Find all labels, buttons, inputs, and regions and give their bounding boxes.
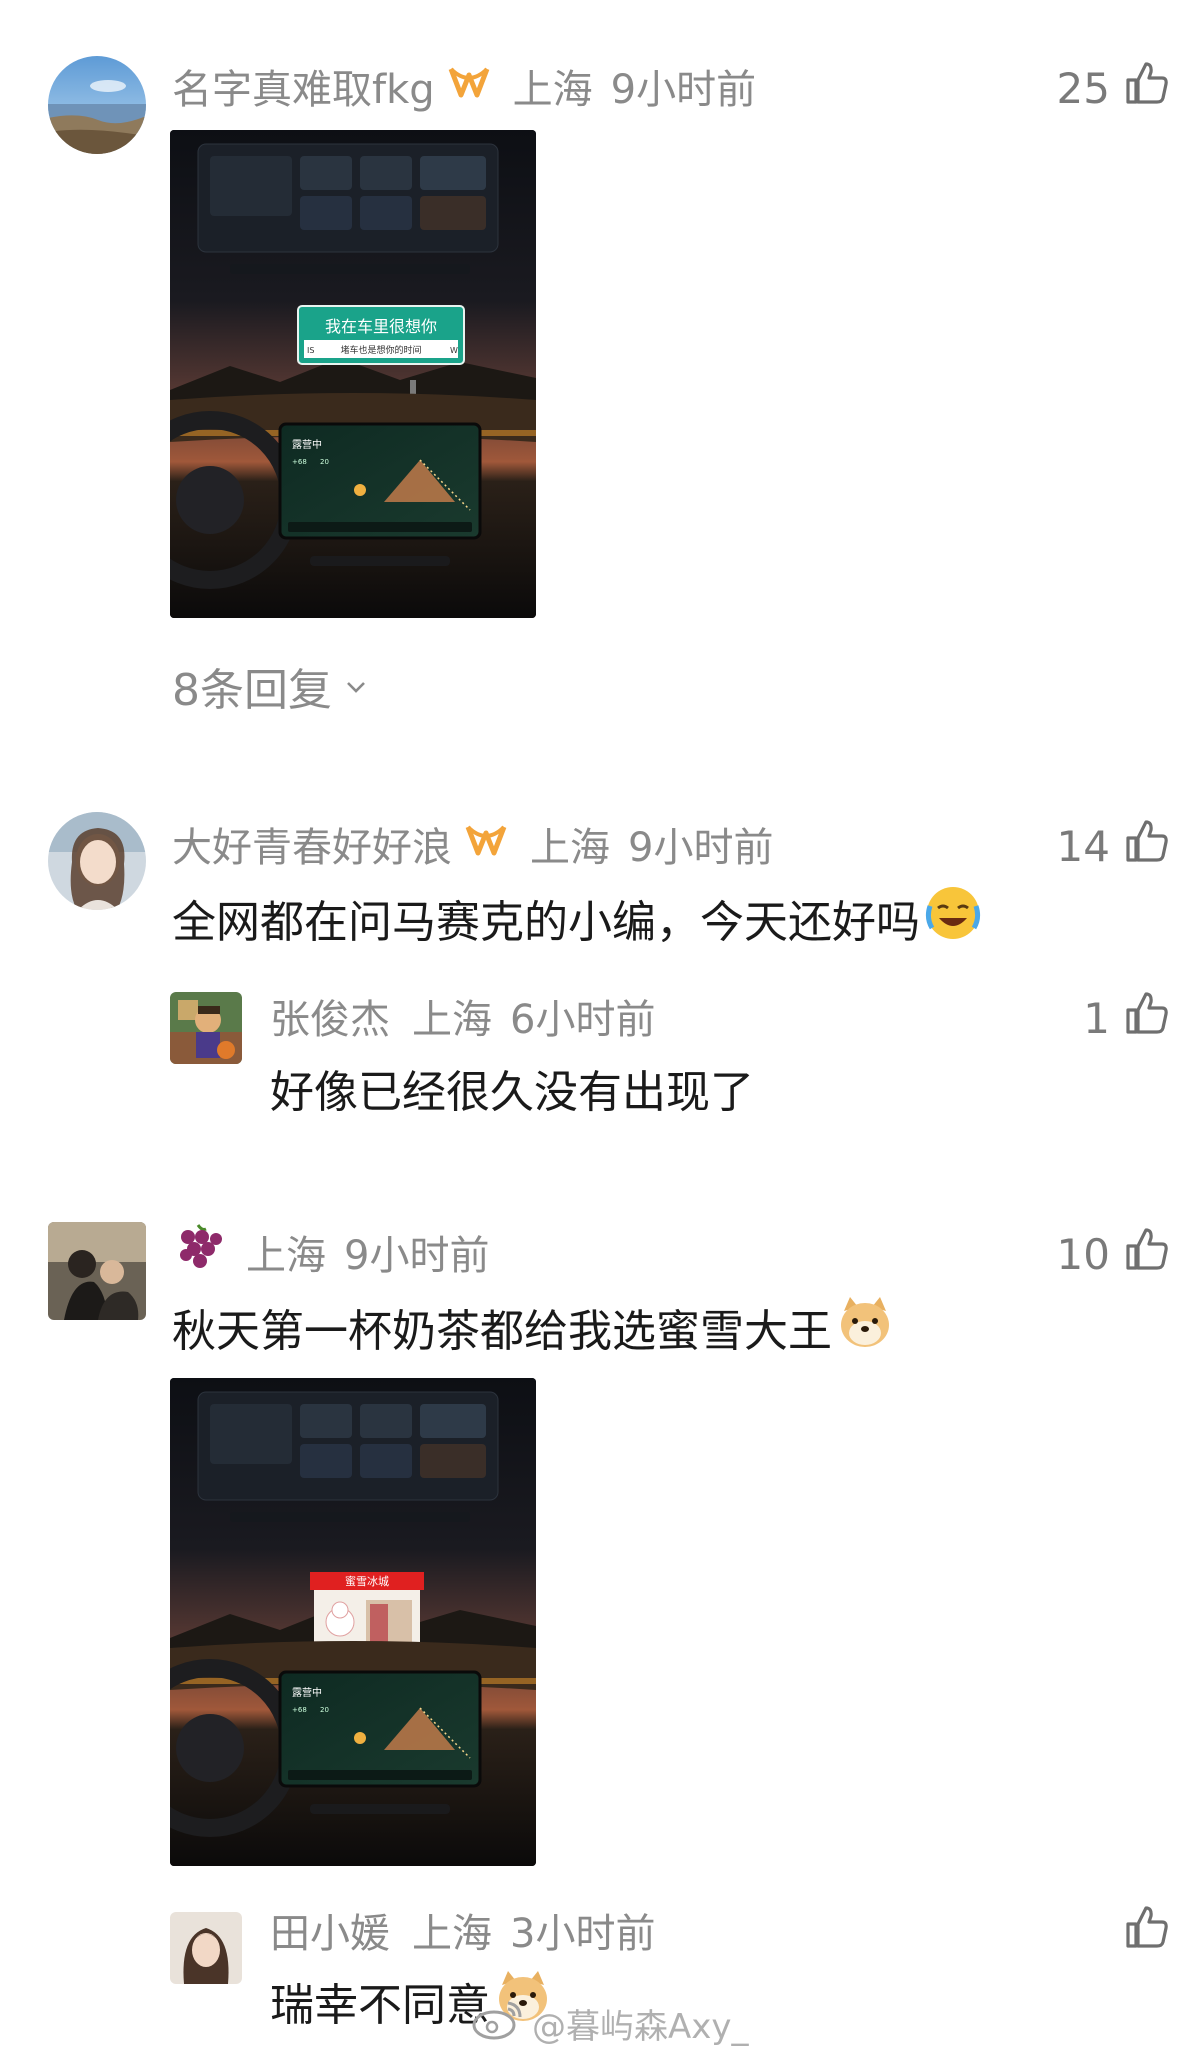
thumbs-up-icon (1124, 990, 1170, 1046)
watermark: @暮屿森Axy_ (470, 1998, 749, 2048)
thumbs-up-icon (1124, 60, 1170, 116)
view-replies-button[interactable]: 8条回复 (172, 658, 370, 716)
sign-title: 我在车里很想你 (325, 317, 437, 336)
screen-title: 露营中 (292, 1686, 322, 1699)
reply-text: 好像已经很久没有出现了 (270, 1067, 754, 1118)
avatar[interactable] (48, 812, 146, 910)
reply-location: 上海 (412, 1911, 492, 1957)
screen-title: 露营中 (292, 438, 322, 451)
comment-meta: 上海 9小时前 (172, 1224, 490, 1279)
username[interactable]: 大好青春好好浪 (172, 815, 452, 873)
screen-temp: +68 (292, 1706, 307, 1714)
weibo-logo-icon (470, 1997, 524, 2050)
screen-value: 20 (320, 1706, 329, 1714)
reply-timestamp: 6小时前 (510, 997, 656, 1043)
comment-text: 全网都在问马赛克的小编，今天还好吗 (172, 886, 982, 948)
reply-avatar[interactable] (170, 1912, 242, 1984)
comment-meta: 名字真难取fkg 上海 9小时前 (172, 57, 757, 115)
like-button[interactable]: 25 (1057, 60, 1170, 116)
replies-count-label: 8条回复 (172, 665, 332, 716)
timestamp: 9小时前 (628, 825, 774, 871)
like-button[interactable]: 14 (1057, 818, 1170, 874)
location: 上海 (512, 67, 593, 113)
avatar[interactable] (48, 1222, 146, 1320)
laugh-cry-emoji-icon (924, 884, 982, 953)
like-count: 10 (1056, 1229, 1110, 1279)
reply-avatar[interactable] (170, 992, 242, 1064)
comment-image[interactable]: 我在车里很想你 堵车也是想你的时间 IS W 露营中 +68 20 (170, 130, 536, 618)
location: 上海 (246, 1233, 326, 1279)
reply-location: 上海 (412, 997, 492, 1043)
username-grape-icon[interactable] (172, 1221, 224, 1283)
doge-emoji-icon (836, 1293, 894, 1362)
sign-subtitle: 堵车也是想你的时间 (340, 344, 421, 356)
reply-meta: 张俊杰 上海 6小时前 (270, 987, 656, 1045)
reply-like-button[interactable]: 1 (1083, 990, 1170, 1046)
avatar[interactable] (48, 56, 146, 154)
reply-username[interactable]: 田小媛 (270, 1901, 390, 1959)
screen-temp: +68 (292, 458, 307, 466)
thumbs-up-icon (1124, 1904, 1170, 1960)
like-count: 25 (1056, 63, 1110, 113)
store-sign: 蜜雪冰城 (345, 1574, 389, 1588)
reply-timestamp: 3小时前 (510, 1911, 656, 1957)
sign-right: W (450, 346, 458, 355)
username[interactable]: 名字真难取fkg (172, 57, 435, 115)
comment-meta: 大好青春好好浪 上海 9小时前 (172, 815, 774, 873)
like-count: 14 (1056, 821, 1110, 871)
thumbs-up-icon (1124, 1226, 1170, 1282)
reply-like-count: 1 (1083, 993, 1110, 1043)
reply-username[interactable]: 张俊杰 (270, 987, 390, 1045)
reply-meta: 田小媛 上海 3小时前 (270, 1901, 656, 1959)
membership-badge-icon (447, 63, 491, 109)
reply-like-button[interactable] (1124, 1904, 1170, 1960)
comment-text: 秋天第一杯奶茶都给我选蜜雪大王 (172, 1296, 894, 1358)
timestamp: 9小时前 (610, 67, 757, 113)
screen-value: 20 (320, 458, 329, 466)
chevron-down-icon (342, 661, 370, 712)
sign-left: IS (307, 346, 314, 355)
like-button[interactable]: 10 (1057, 1226, 1170, 1282)
location: 上海 (530, 825, 610, 871)
thumbs-up-icon (1124, 818, 1170, 874)
membership-badge-icon (464, 821, 508, 867)
comment-image[interactable]: 蜜雪冰城 露营中 +68 20 (170, 1378, 536, 1866)
timestamp: 9小时前 (344, 1233, 490, 1279)
